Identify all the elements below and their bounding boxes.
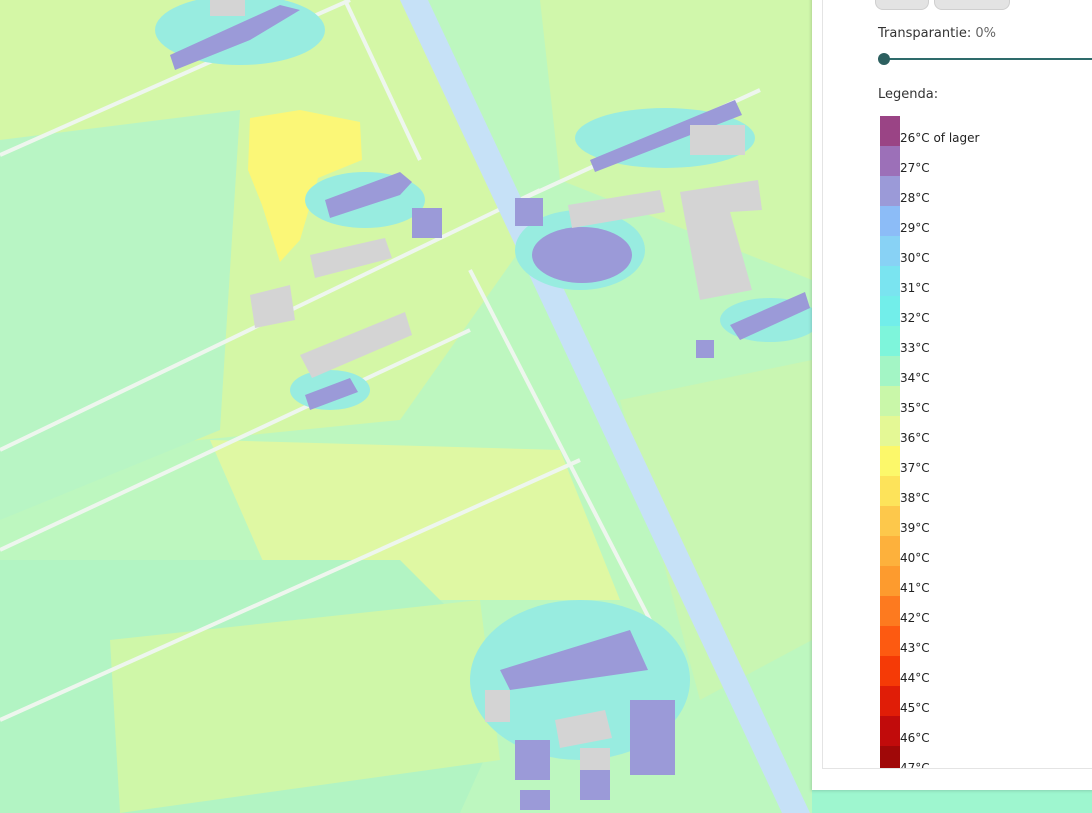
legend-title: Legenda: [878,87,939,102]
legend-swatch [880,746,900,768]
legend-item: 26°C of lager [880,116,1092,146]
legend-label: 31°C [900,281,930,295]
transparency-slider-track[interactable] [884,58,1092,60]
legend-item: 28°C [880,176,1092,206]
legend-label: 43°C [900,641,930,655]
field-area [812,790,1092,813]
legend-label: 37°C [900,461,930,475]
legend-label: 36°C [900,431,930,445]
legend-swatch [880,206,900,236]
legend-label: 35°C [900,401,930,415]
legend-item: 38°C [880,476,1092,506]
legend-item: 31°C [880,266,1092,296]
legend-label: 47°C [900,761,930,768]
legend-swatch [880,476,900,506]
legend-item: 27°C [880,146,1092,176]
legend-item: 39°C [880,506,1092,536]
legend-item: 36°C [880,416,1092,446]
filter-chip[interactable] [934,0,1010,10]
legend-swatch [880,686,900,716]
legend-item: 43°C [880,626,1092,656]
legend-item: 33°C [880,326,1092,356]
legend-item: 35°C [880,386,1092,416]
transparency-label: Transparantie: 0% [878,26,996,41]
legend-item: 40°C [880,536,1092,566]
legend-label: 42°C [900,611,930,625]
legend-label: 40°C [900,551,930,565]
legend-label: 41°C [900,581,930,595]
legend-swatch [880,296,900,326]
legend-swatch [880,356,900,386]
legend-label: 39°C [900,521,930,535]
filter-chip[interactable] [875,0,929,10]
transparency-slider-handle[interactable] [878,53,890,65]
legend-label: 46°C [900,731,930,745]
legend-swatch [880,566,900,596]
legend-item: 42°C [880,596,1092,626]
legend-label: 30°C [900,251,930,265]
legend-label: 44°C [900,671,930,685]
transparency-value: 0% [975,26,996,41]
legend-swatch [880,596,900,626]
legend-swatch [880,536,900,566]
legend-item: 37°C [880,446,1092,476]
legend-swatch [880,716,900,746]
legend-item: 44°C [880,656,1092,686]
legend-label: 38°C [900,491,930,505]
legend-swatch [880,176,900,206]
legend-label: 29°C [900,221,930,235]
legend-label: 45°C [900,701,930,715]
legend-label: 28°C [900,191,930,205]
legend-item: 34°C [880,356,1092,386]
legend-swatch [880,656,900,686]
legend-item: 41°C [880,566,1092,596]
legend-swatch [880,266,900,296]
legend-label: 26°C of lager [900,131,980,145]
legend-swatch [880,416,900,446]
legend-swatch [880,626,900,656]
legend: 26°C of lager 27°C 28°C 29°C 30°C 31°C 32°C 33°… [880,116,1092,768]
legend-swatch [880,146,900,176]
legend-swatch [880,326,900,356]
legend-item: 29°C [880,206,1092,236]
transparency-label-text: Transparantie: [878,26,972,41]
legend-label: 27°C [900,161,930,175]
legend-item: 30°C [880,236,1092,266]
legend-swatch [880,446,900,476]
legend-item: 47°C [880,746,1092,768]
legend-item: 32°C [880,296,1092,326]
legend-label: 32°C [900,311,930,325]
legend-label: 33°C [900,341,930,355]
legend-swatch [880,386,900,416]
legend-swatch [880,236,900,266]
legend-item: 45°C [880,686,1092,716]
legend-swatch [880,116,900,146]
legend-item: 46°C [880,716,1092,746]
legend-swatch [880,506,900,536]
legend-label: 34°C [900,371,930,385]
